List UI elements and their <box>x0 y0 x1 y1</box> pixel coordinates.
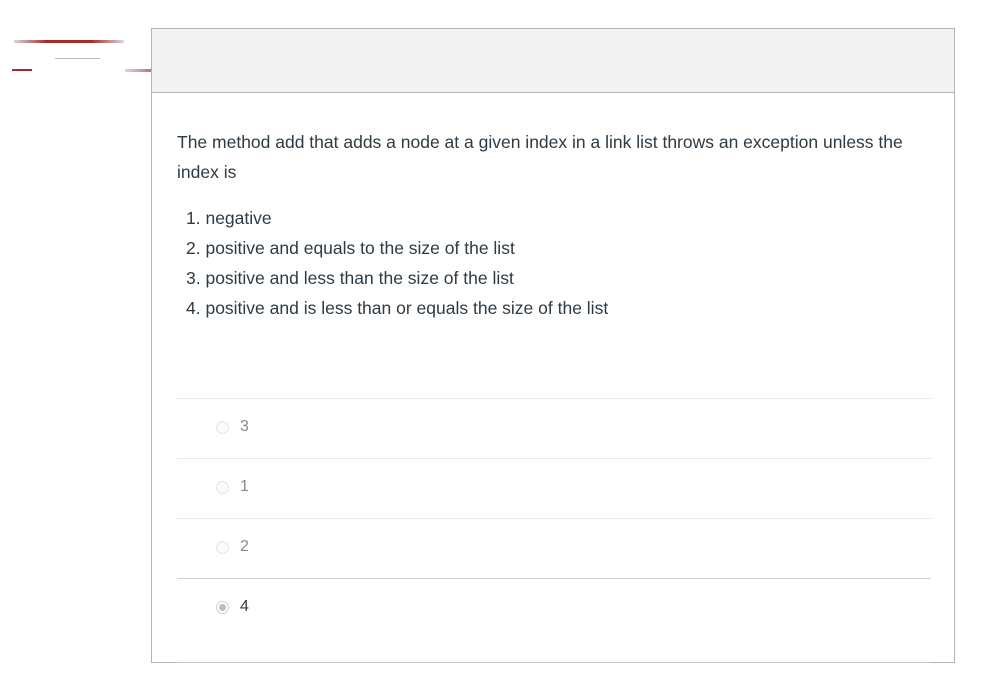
answer-choice[interactable]: 1 <box>177 458 931 518</box>
answer-choices: 3 1 2 4 <box>177 398 931 663</box>
radio-button[interactable] <box>216 541 229 554</box>
question-card: The method add that adds a node at a giv… <box>151 28 955 663</box>
question-option: 4. positive and is less than or equals t… <box>186 298 609 318</box>
question-text: The method add that adds a node at a giv… <box>177 132 903 182</box>
answer-label: 2 <box>240 538 249 555</box>
artifact-line <box>55 58 100 59</box>
answer-choice[interactable]: 4 <box>177 578 931 663</box>
answer-label: 1 <box>240 478 249 495</box>
artifact-line <box>12 69 32 71</box>
question-option: 2. positive and equals to the size of th… <box>186 238 515 258</box>
artifact-line <box>14 40 124 43</box>
radio-button[interactable] <box>216 481 229 494</box>
question-option: 1. negative <box>186 208 272 228</box>
question-header <box>152 29 954 93</box>
answer-label: 3 <box>240 418 249 435</box>
answer-label: 4 <box>240 598 249 615</box>
radio-button-selected[interactable] <box>216 601 229 614</box>
radio-button[interactable] <box>216 421 229 434</box>
question-option: 3. positive and less than the size of th… <box>186 268 514 288</box>
answer-choice[interactable]: 3 <box>177 398 931 458</box>
answer-choice[interactable]: 2 <box>177 518 931 578</box>
question-options-list: 1. negative 2. positive and equals to th… <box>186 203 608 323</box>
